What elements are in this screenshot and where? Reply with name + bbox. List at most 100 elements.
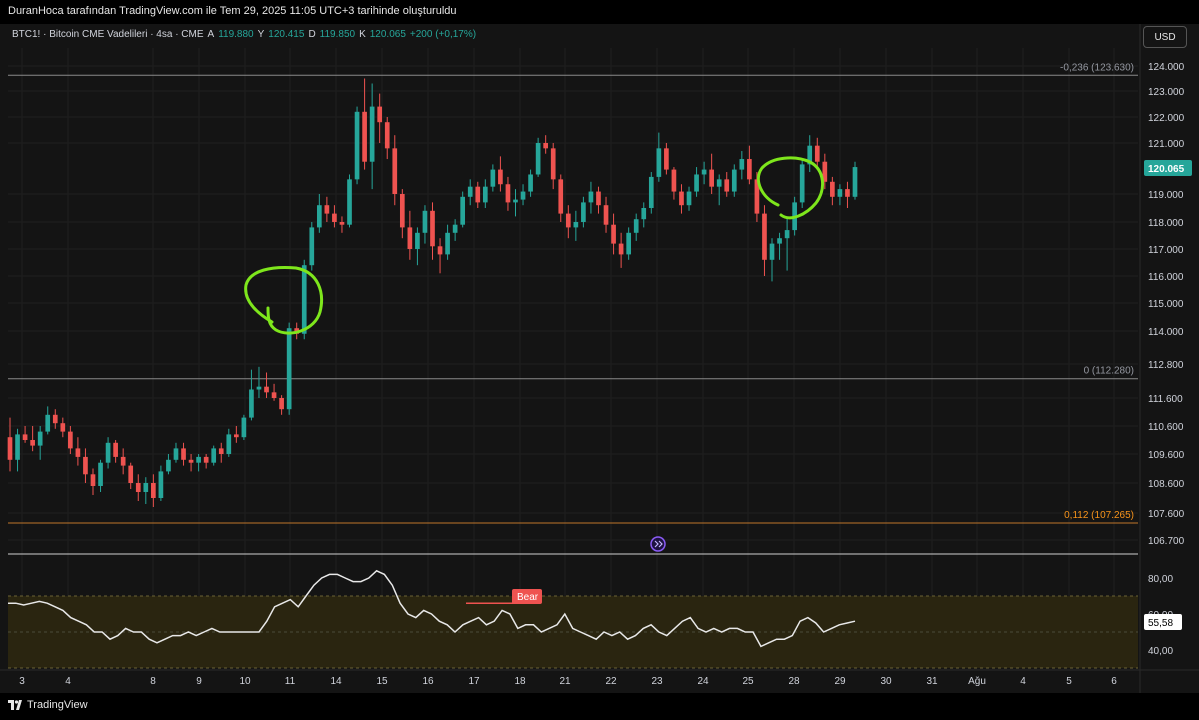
- candle-body[interactable]: [271, 392, 277, 398]
- candle-body[interactable]: [641, 208, 647, 220]
- candle-body[interactable]: [301, 265, 307, 334]
- candle-body[interactable]: [188, 459, 194, 463]
- candle-body[interactable]: [347, 179, 352, 225]
- candle-body[interactable]: [445, 232, 450, 255]
- candle-body[interactable]: [784, 230, 790, 239]
- candle-body[interactable]: [90, 474, 96, 486]
- candle-body[interactable]: [60, 423, 66, 432]
- candle-body[interactable]: [588, 191, 594, 203]
- candle-body[interactable]: [83, 456, 88, 475]
- candle-body[interactable]: [22, 434, 28, 440]
- candle-body[interactable]: [430, 210, 435, 247]
- chart-canvas[interactable]: -0,236 (123.630) 0 (112.280) 0,112 (107.26…: [0, 0, 1199, 720]
- candle-body[interactable]: [135, 483, 141, 492]
- candle-body[interactable]: [837, 189, 843, 197]
- candle-body[interactable]: [467, 186, 473, 197]
- candle-body[interactable]: [558, 179, 564, 214]
- candle-body[interactable]: [369, 106, 375, 162]
- annotation-circle-left[interactable]: [244, 266, 324, 335]
- candle-body[interactable]: [143, 483, 149, 492]
- candle-body[interactable]: [226, 434, 232, 454]
- candle-body[interactable]: [98, 462, 103, 486]
- candle-body[interactable]: [482, 186, 488, 203]
- candle-body[interactable]: [316, 205, 322, 228]
- candle-body[interactable]: [166, 459, 171, 472]
- candle-body[interactable]: [747, 159, 752, 180]
- candle-body[interactable]: [218, 448, 224, 454]
- candle-body[interactable]: [203, 456, 209, 463]
- candle-body[interactable]: [603, 205, 609, 225]
- candle-body[interactable]: [158, 471, 164, 498]
- candle-body[interactable]: [422, 210, 428, 233]
- candle-body[interactable]: [814, 145, 820, 162]
- candle-body[interactable]: [535, 143, 541, 175]
- candle-body[interactable]: [694, 174, 699, 192]
- candle-body[interactable]: [286, 328, 292, 410]
- candle-body[interactable]: [830, 181, 835, 197]
- candle-body[interactable]: [565, 213, 571, 228]
- candle-body[interactable]: [173, 448, 179, 460]
- symbol-legend[interactable]: BTC1! · Bitcoin CME Vadelileri · 4sa · C…: [12, 29, 476, 40]
- candle-body[interactable]: [550, 148, 556, 180]
- candle-body[interactable]: [777, 238, 782, 244]
- candle-body[interactable]: [392, 148, 398, 194]
- candle-body[interactable]: [249, 389, 254, 418]
- candle-body[interactable]: [211, 448, 217, 463]
- candle-body[interactable]: [384, 122, 390, 149]
- candle-body[interactable]: [264, 386, 269, 393]
- candle-body[interactable]: [309, 227, 315, 266]
- candle-body[interactable]: [701, 169, 707, 175]
- candle-body[interactable]: [852, 167, 858, 197]
- candle-body[interactable]: [739, 159, 745, 170]
- candle-body[interactable]: [731, 169, 737, 192]
- candle-body[interactable]: [75, 448, 81, 457]
- candle-body[interactable]: [845, 189, 850, 197]
- candle-body[interactable]: [460, 196, 466, 225]
- candle-body[interactable]: [354, 111, 360, 180]
- candle-body[interactable]: [279, 398, 284, 410]
- candle-body[interactable]: [151, 483, 156, 498]
- candle-body[interactable]: [181, 448, 186, 460]
- candle-body[interactable]: [37, 431, 43, 446]
- candle-body[interactable]: [332, 213, 337, 222]
- candle-body[interactable]: [324, 205, 330, 214]
- candle-body[interactable]: [618, 243, 624, 255]
- candle-body[interactable]: [596, 191, 601, 206]
- candle-body[interactable]: [626, 232, 631, 255]
- candle-body[interactable]: [709, 169, 714, 187]
- candle-body[interactable]: [475, 186, 481, 203]
- candle-body[interactable]: [520, 191, 526, 200]
- candle-body[interactable]: [399, 194, 405, 228]
- candle-body[interactable]: [543, 143, 549, 149]
- candle-body[interactable]: [799, 164, 805, 203]
- candle-body[interactable]: [234, 434, 239, 438]
- candle-body[interactable]: [679, 191, 684, 206]
- candle-body[interactable]: [377, 106, 383, 123]
- candle-body[interactable]: [769, 243, 775, 260]
- candle-body[interactable]: [664, 148, 669, 170]
- candle-body[interactable]: [671, 169, 677, 192]
- candle-body[interactable]: [15, 434, 20, 460]
- candle-body[interactable]: [362, 111, 367, 162]
- candle-body[interactable]: [437, 246, 443, 255]
- candle-body[interactable]: [648, 176, 654, 208]
- candle-body[interactable]: [716, 179, 722, 187]
- candle-body[interactable]: [762, 213, 767, 260]
- candle-body[interactable]: [407, 227, 413, 249]
- candle-body[interactable]: [505, 184, 511, 203]
- candle-body[interactable]: [241, 417, 247, 438]
- candle-body[interactable]: [7, 437, 13, 460]
- annotation-circle-right[interactable]: [756, 156, 824, 220]
- candle-body[interactable]: [528, 174, 533, 192]
- chart-area[interactable]: DuranHoca tarafından TradingView.com ile…: [0, 0, 1199, 720]
- candle-body[interactable]: [490, 169, 496, 187]
- candle-body[interactable]: [196, 456, 201, 463]
- candle-body[interactable]: [339, 222, 345, 225]
- candle-body[interactable]: [30, 440, 35, 446]
- candle-body[interactable]: [686, 191, 692, 206]
- candle-body[interactable]: [581, 202, 586, 222]
- candle-body[interactable]: [52, 414, 58, 424]
- currency-button[interactable]: USD: [1143, 26, 1187, 48]
- candle-body[interactable]: [498, 169, 503, 185]
- candle-body[interactable]: [256, 386, 262, 390]
